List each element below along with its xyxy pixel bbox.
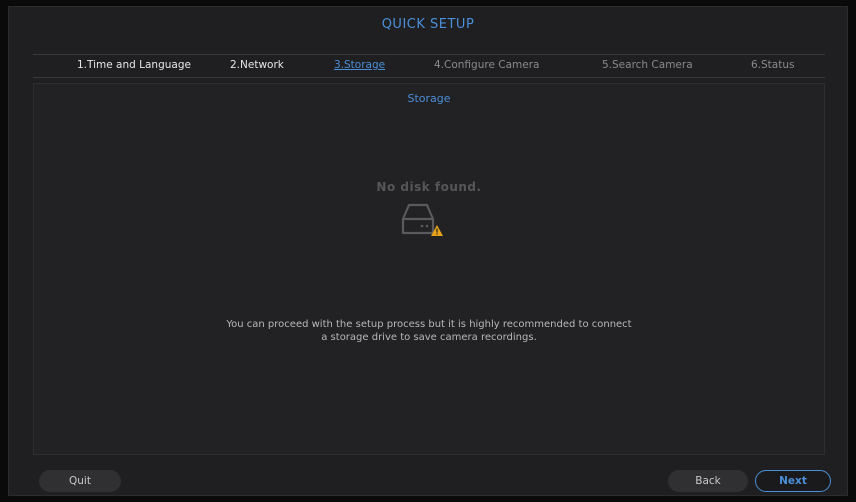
step-time-and-language[interactable]: 1.Time and Language: [77, 59, 191, 71]
storage-recommendation-message: You can proceed with the setup process b…: [34, 318, 824, 344]
panel-title: Storage: [407, 92, 451, 105]
quick-setup-window: QUICK SETUP 1.Time and Language 2.Networ…: [8, 6, 848, 496]
step-status[interactable]: 6.Status: [751, 59, 794, 71]
quit-button[interactable]: Quit: [39, 470, 121, 492]
step-configure-camera[interactable]: 4.Configure Camera: [434, 59, 539, 71]
message-line-2: a storage drive to save camera recording…: [321, 332, 537, 343]
message-line-1: You can proceed with the setup process b…: [226, 319, 632, 330]
no-disk-status: No disk found.: [376, 180, 482, 194]
storage-panel: Storage No disk found. You can proceed w…: [33, 83, 825, 455]
step-search-camera[interactable]: 5.Search Camera: [602, 59, 693, 71]
next-button[interactable]: Next: [755, 470, 831, 492]
step-storage[interactable]: 3.Storage: [334, 59, 385, 71]
setup-steps-bar: 1.Time and Language 2.Network 3.Storage …: [33, 54, 825, 78]
hard-disk-warning-icon: [401, 203, 443, 236]
back-button[interactable]: Back: [668, 470, 748, 492]
window-title: QUICK SETUP: [381, 17, 475, 32]
step-network[interactable]: 2.Network: [230, 59, 284, 71]
